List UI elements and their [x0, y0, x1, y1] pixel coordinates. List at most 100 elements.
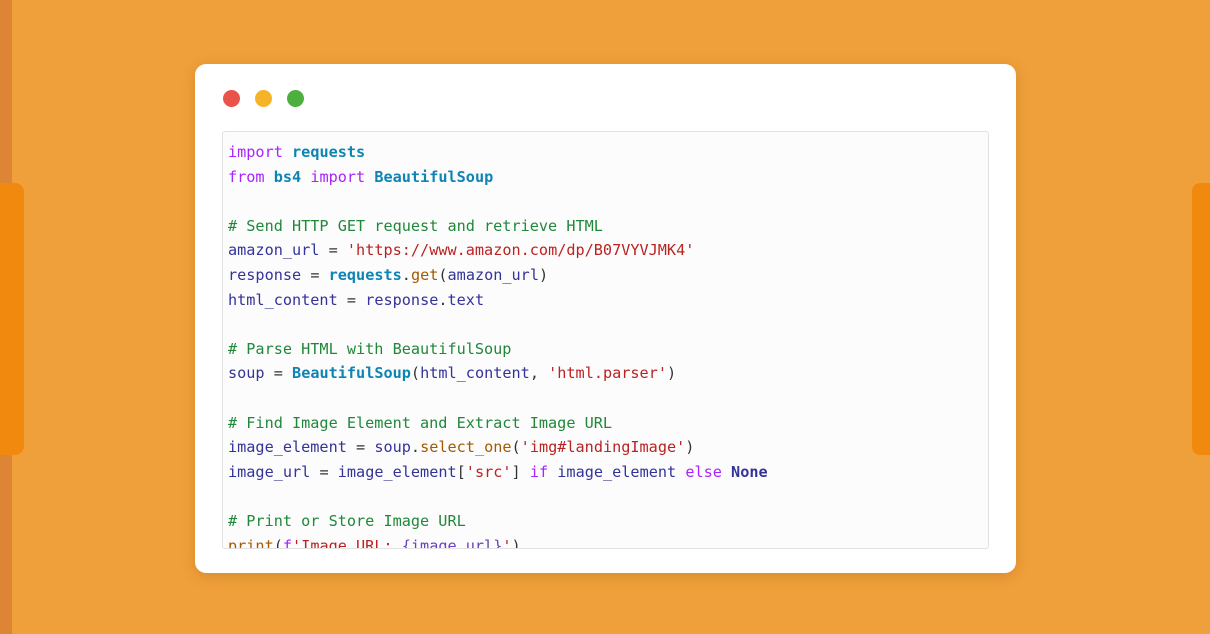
code-snippet-block[interactable]: import requests from bs4 import Beautiful… [222, 131, 989, 549]
code-line: from bs4 import BeautifulSoup [228, 165, 988, 190]
code-token-punc: ) [685, 438, 695, 457]
code-token-punc: . [401, 265, 411, 284]
code-token-punc: [ [456, 462, 466, 481]
code-token-op: = [319, 462, 329, 481]
window-controls [223, 90, 304, 107]
code-line: import requests [228, 140, 988, 165]
code-line: soup = BeautifulSoup(html_content, 'html… [228, 361, 988, 386]
decorative-right-tab [1192, 183, 1210, 455]
code-window-card: import requests from bs4 import Beautiful… [195, 64, 1016, 573]
code-token-class: BeautifulSoup [374, 167, 494, 186]
code-line: # Find Image Element and Extract Image U… [228, 411, 988, 436]
code-token-name: response [365, 290, 439, 309]
code-token-name: image_element [337, 462, 457, 481]
code-token-cmt: # Send HTTP GET request and retrieve HTM… [228, 216, 603, 235]
code-token-name: html_content [420, 364, 530, 383]
code-line: # Send HTTP GET request and retrieve HTM… [228, 214, 988, 239]
code-token-name: amazon_url [228, 241, 320, 260]
code-token-interp: {image_url} [401, 536, 503, 549]
code-token-fn: get [410, 265, 439, 284]
code-token-builtin: print [228, 536, 274, 549]
code-token-str: ' [502, 536, 512, 549]
code-token-str: 'https://www.amazon.com/dp/B07VYVJMK4' [346, 241, 695, 260]
code-token-str: 'Image URL: [292, 536, 402, 549]
code-line: # Print or Store Image URL [228, 509, 988, 534]
code-token-mod: bs4 [273, 167, 302, 186]
code-token-class: BeautifulSoup [292, 364, 411, 383]
code-token-none: None [731, 462, 768, 481]
code-token-name: image_url [228, 462, 311, 481]
code-token-mod: requests [328, 265, 402, 284]
minimize-window-button[interactable] [255, 90, 272, 107]
code-line: image_url = image_element['src'] if imag… [228, 460, 988, 485]
code-token-cmt: # Parse HTML with BeautifulSoup [228, 339, 512, 358]
code-token-punc: ] [511, 462, 521, 481]
code-token-op: = [356, 438, 366, 457]
code-token-punc: ( [410, 364, 421, 383]
code-token-name: soup [374, 438, 411, 457]
code-token-op: = [273, 364, 283, 383]
code-token-punc: ) [667, 364, 677, 383]
close-window-button[interactable] [223, 90, 240, 107]
code-token-fn: select_one [420, 438, 512, 457]
code-line: print(f'Image URL: {image_url}') [228, 534, 988, 549]
code-token-punc: . [410, 438, 421, 457]
code-line: image_element = soup.select_one('img#lan… [228, 435, 988, 460]
code-token-kw: import [310, 167, 366, 186]
code-token-op: = [328, 241, 338, 260]
code-token-name: response [228, 265, 302, 284]
maximize-window-button[interactable] [287, 90, 304, 107]
code-token-punc: ) [538, 265, 549, 284]
code-token-name: image_element [228, 438, 347, 457]
code-token-kw: from [228, 167, 265, 186]
code-line: amazon_url = 'https://www.amazon.com/dp/… [228, 238, 988, 263]
code-line: response = requests.get(amazon_url) [228, 263, 988, 288]
code-token-str: 'src' [465, 462, 512, 481]
code-token-cmt: # Find Image Element and Extract Image U… [228, 413, 613, 432]
code-token-name: amazon_url [447, 265, 539, 284]
code-token-name: soup [228, 364, 265, 383]
code-token-mod: requests [292, 143, 366, 161]
code-line: # Parse HTML with BeautifulSoup [228, 337, 988, 362]
code-token-name: text [447, 290, 485, 309]
decorative-left-tab [0, 183, 24, 455]
code-token-op: = [346, 290, 357, 309]
code-token-cmt: # Print or Store Image URL [228, 511, 466, 530]
code-token-punc: ( [511, 438, 521, 457]
code-token-name: html_content [228, 290, 338, 309]
code-token-punc: ) [511, 536, 521, 549]
code-line: html_content = response.text [228, 288, 988, 313]
code-snippet-text: import requests from bs4 import Beautiful… [223, 132, 988, 549]
code-token-name: image_element [557, 462, 677, 481]
code-token-punc: . [438, 290, 448, 309]
code-token-strpre: f [282, 536, 293, 549]
code-token-kw: import [228, 143, 283, 161]
code-token-kw: else [685, 462, 722, 481]
code-token-punc: , [529, 364, 539, 383]
code-token-punc: ( [438, 265, 448, 284]
code-token-punc: ( [273, 536, 283, 549]
